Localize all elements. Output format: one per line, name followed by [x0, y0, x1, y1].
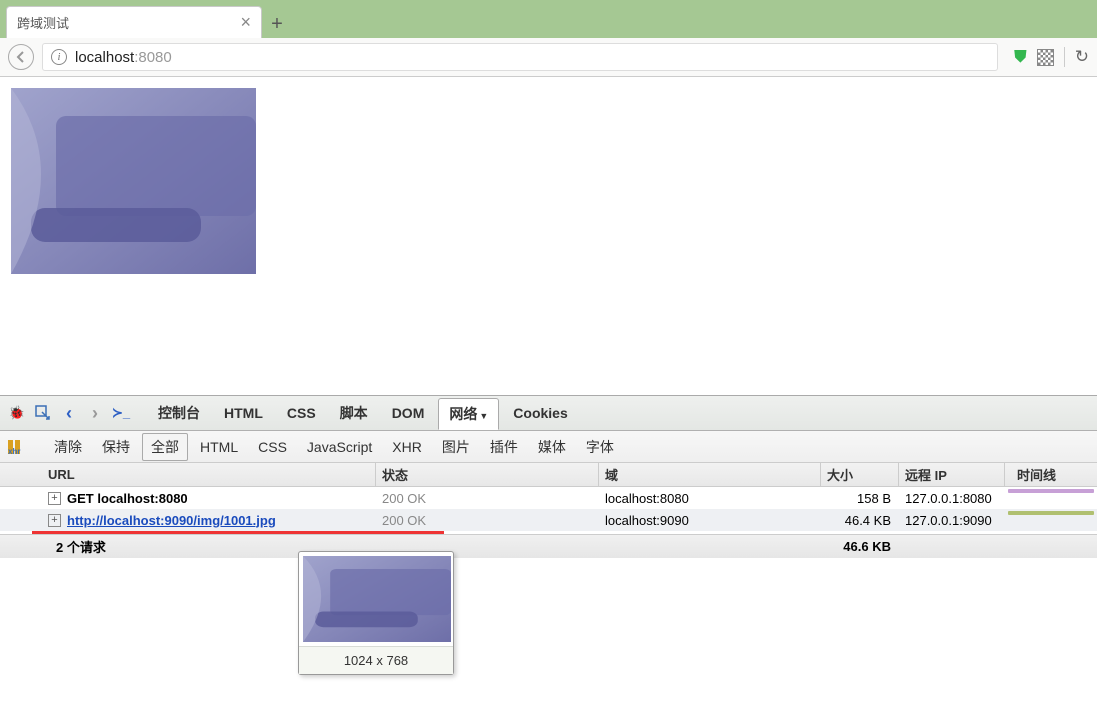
page-image — [11, 88, 256, 274]
url-host: localhost — [75, 49, 134, 66]
filter-js[interactable]: JavaScript — [299, 436, 380, 458]
request-url: GET localhost:8080 — [67, 491, 188, 506]
network-table-header: URL 状态 域 大小 远程 IP 时间线 — [0, 463, 1097, 487]
col-domain[interactable]: 域 — [599, 463, 821, 486]
devtools-panel: 🐞 ‹ › ≻_ 控制台 HTML CSS 脚本 DOM 网络▼ Cookies… — [0, 395, 1097, 711]
pause-icon[interactable]: xhr — [8, 440, 26, 454]
expand-icon[interactable]: + — [48, 492, 61, 505]
request-domain: localhost:8080 — [599, 487, 821, 509]
col-status[interactable]: 状态 — [376, 463, 599, 486]
site-info-icon[interactable]: i — [51, 49, 67, 65]
expand-icon[interactable]: + — [48, 514, 61, 527]
col-timeline[interactable]: 时间线 — [1005, 463, 1097, 486]
tab-console[interactable]: 控制台 — [148, 398, 210, 428]
tab-css[interactable]: CSS — [277, 400, 326, 426]
col-remote[interactable]: 远程 IP — [899, 463, 1005, 486]
firebug-icon[interactable]: 🐞 — [6, 402, 28, 424]
request-url[interactable]: http://localhost:9090/img/1001.jpg — [67, 513, 276, 528]
network-row[interactable]: + http://localhost:9090/img/1001.jpg 200 … — [0, 509, 1097, 531]
divider — [1064, 47, 1065, 67]
filter-persist[interactable]: 保持 — [94, 434, 138, 460]
tab-title: 跨域测试 — [17, 13, 69, 32]
request-status: 200 OK — [376, 487, 599, 509]
image-preview-tooltip: 1024 x 768 — [298, 551, 454, 675]
url-port: :8080 — [134, 49, 172, 66]
url-field[interactable]: i localhost:8080 — [42, 43, 998, 71]
col-size[interactable]: 大小 — [821, 463, 899, 486]
nav-back-icon[interactable]: ‹ — [58, 402, 80, 424]
filter-clear[interactable]: 清除 — [46, 434, 90, 460]
request-size: 158 B — [821, 487, 899, 509]
nav-forward-icon[interactable]: › — [84, 402, 106, 424]
tab-network[interactable]: 网络▼ — [438, 398, 499, 430]
browser-tab-active[interactable]: 跨域测试 × — [6, 6, 262, 38]
network-filter-bar: xhr 清除 保持 全部 HTML CSS JavaScript XHR 图片 … — [0, 431, 1097, 463]
request-size: 46.4 KB — [821, 509, 899, 531]
summary-total: 46.6 KB — [821, 535, 899, 558]
address-bar: i localhost:8080 ⛊ ↻ — [0, 38, 1097, 77]
shield-icon[interactable]: ⛊ — [1014, 47, 1027, 67]
col-url[interactable]: URL — [0, 463, 376, 486]
network-summary: 2 个请求 46.6 KB — [0, 534, 1097, 558]
chevron-down-icon: ▼ — [479, 411, 488, 421]
filter-media[interactable]: 媒体 — [530, 434, 574, 460]
browser-tab-strip: 跨域测试 × + — [0, 0, 1097, 38]
request-remote: 127.0.0.1:9090 — [899, 509, 1005, 531]
request-timeline — [1005, 487, 1097, 509]
request-remote: 127.0.0.1:8080 — [899, 487, 1005, 509]
filter-images[interactable]: 图片 — [434, 434, 478, 460]
new-tab-button[interactable]: + — [262, 10, 292, 38]
filter-plugins[interactable]: 插件 — [482, 434, 526, 460]
filter-xhr[interactable]: XHR — [384, 436, 430, 458]
request-domain: localhost:9090 — [599, 509, 821, 531]
page-content — [0, 77, 1097, 395]
tab-dom[interactable]: DOM — [382, 400, 435, 426]
filter-html[interactable]: HTML — [192, 436, 246, 458]
tab-script[interactable]: 脚本 — [330, 398, 378, 428]
filter-fonts[interactable]: 字体 — [578, 434, 622, 460]
request-status: 200 OK — [376, 509, 599, 531]
console-toggle-icon[interactable]: ≻_ — [110, 402, 132, 424]
preview-dimensions: 1024 x 768 — [299, 646, 453, 674]
filter-css[interactable]: CSS — [250, 436, 295, 458]
request-timeline — [1005, 509, 1097, 531]
devtools-tab-bar: 🐞 ‹ › ≻_ 控制台 HTML CSS 脚本 DOM 网络▼ Cookies — [0, 396, 1097, 431]
back-button[interactable] — [8, 44, 34, 70]
tab-cookies[interactable]: Cookies — [503, 400, 577, 426]
close-tab-icon[interactable]: × — [240, 12, 251, 33]
preview-thumbnail — [303, 556, 451, 642]
qr-icon[interactable] — [1037, 49, 1054, 66]
inspector-icon[interactable] — [32, 402, 54, 424]
tab-html[interactable]: HTML — [214, 400, 273, 426]
network-row[interactable]: + GET localhost:8080 200 OK localhost:808… — [0, 487, 1097, 509]
reload-icon[interactable]: ↻ — [1075, 47, 1089, 67]
filter-all[interactable]: 全部 — [142, 433, 188, 461]
